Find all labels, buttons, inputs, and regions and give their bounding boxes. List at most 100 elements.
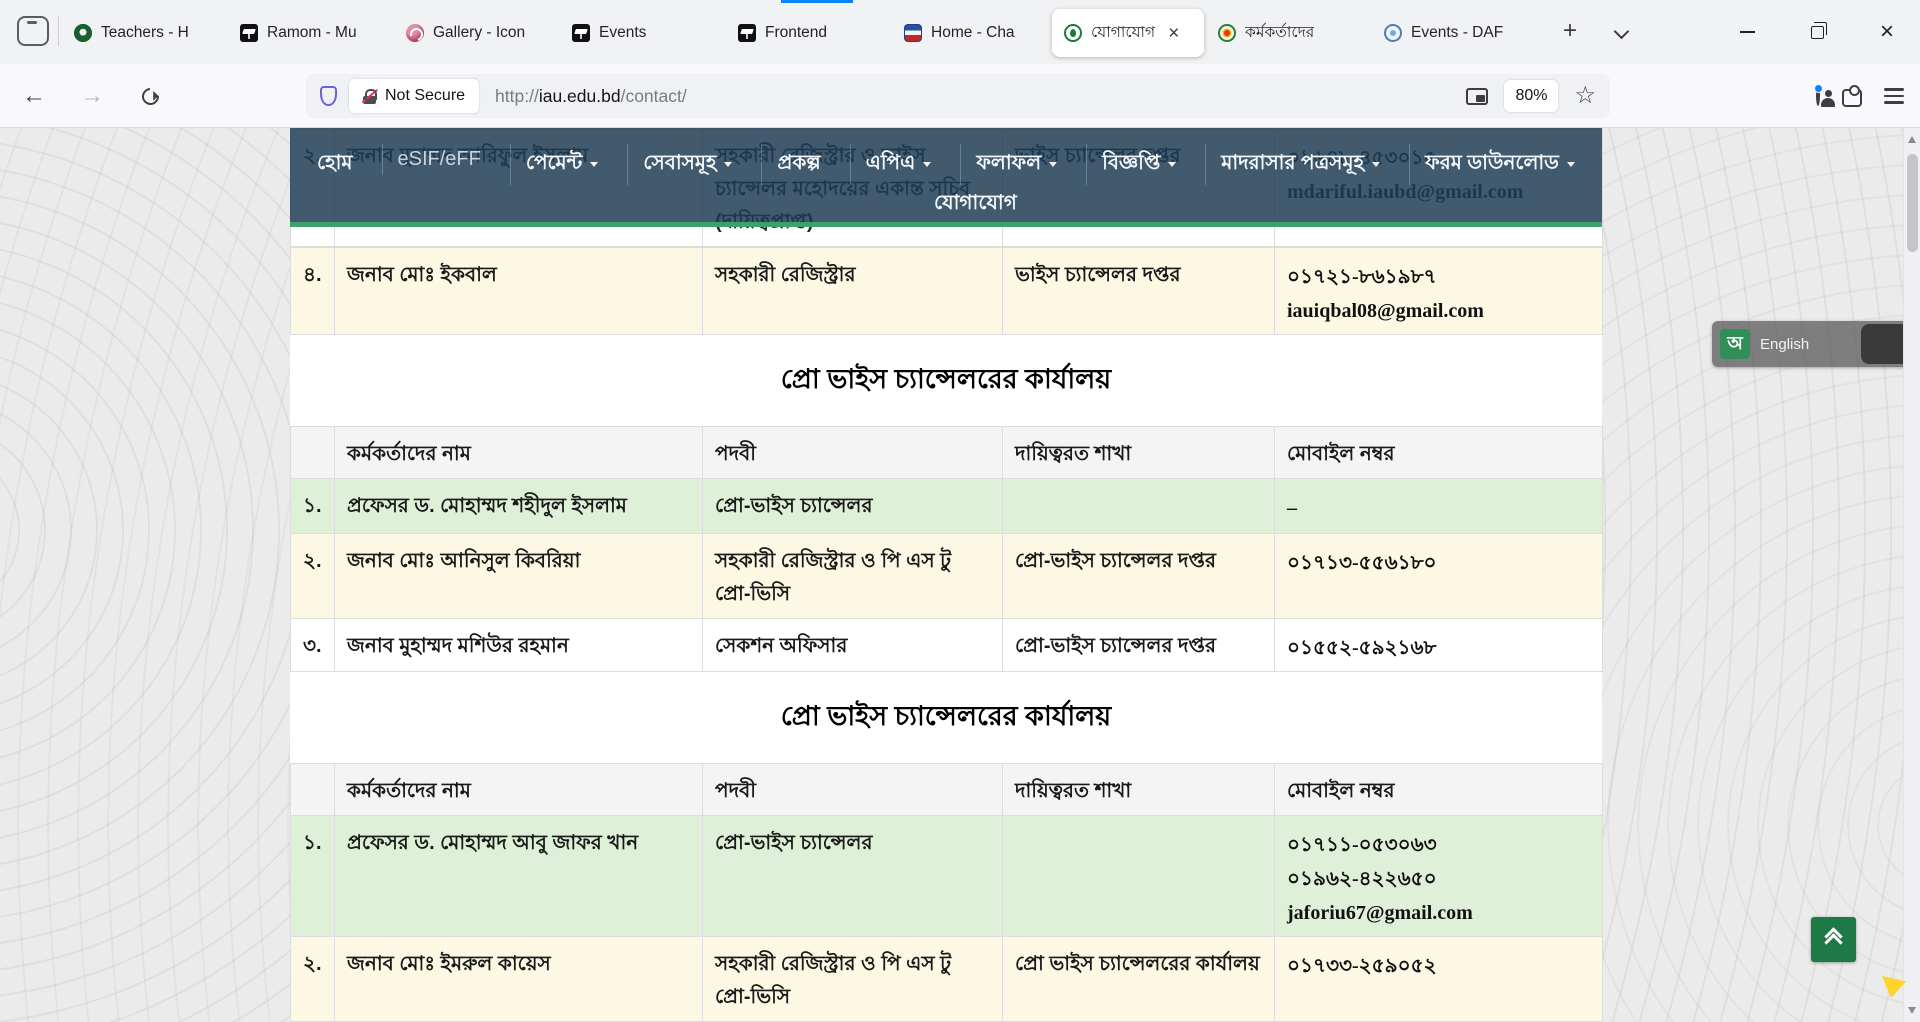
nav-item-results[interactable]: ফলাফল [960, 144, 1072, 185]
not-secure-chip[interactable]: Not Secure [349, 79, 479, 113]
close-icon: × [1880, 20, 1894, 44]
dropdown-caret-icon [1049, 162, 1057, 167]
scroll-down-arrow-icon[interactable] [1908, 1007, 1916, 1014]
bookmark-star-icon[interactable]: ☆ [1574, 84, 1596, 108]
firefox-view-button[interactable] [17, 16, 49, 46]
scrollbar-thumb[interactable] [1907, 154, 1918, 252]
tab-gallery[interactable]: Gallery - Icon [394, 9, 560, 57]
tab-ramom[interactable]: Ramom - Mu [228, 9, 394, 57]
security-label: Not Secure [385, 87, 465, 105]
back-button[interactable]: ← [16, 78, 52, 114]
header-serial [291, 764, 335, 816]
branch-cell [1003, 816, 1275, 937]
hamburger-menu-icon[interactable] [1884, 88, 1904, 103]
tab-title: Teachers - H [101, 24, 189, 42]
name-cell: প্রফেসর ড. মোহাম্মদ শহীদুল ইসলাম [335, 479, 703, 534]
reload-button[interactable] [132, 78, 168, 114]
url-text: http://iau.edu.bd/contact/ [495, 86, 687, 107]
tab-events-daf[interactable]: Events - DAF [1372, 9, 1544, 57]
page-scrollbar[interactable] [1903, 128, 1920, 1022]
tab-teachers[interactable]: Teachers - H [62, 9, 228, 57]
serial-cell: ৩. [291, 619, 335, 672]
header-branch: দায়িত্বরত শাখা [1003, 764, 1275, 816]
widget-handle[interactable] [1861, 324, 1905, 364]
contact-table: কর্মকর্তাদের নাম পদবী দায়িত্বরত শাখা মো… [290, 763, 1603, 1022]
header-name: কর্মকর্তাদের নাম [335, 764, 703, 816]
designation-cell: প্রো-ভাইস চ্যান্সেলর [703, 816, 1003, 937]
lock-slash [362, 88, 379, 103]
table-row: ১. প্রফেসর ড. মোহাম্মদ আবু জাফর খান প্রো… [291, 816, 1603, 937]
account-button[interactable] [1816, 87, 1820, 105]
tab-events[interactable]: Events [560, 9, 726, 57]
name-cell: জনাব মোঃ ইকবাল [335, 248, 703, 335]
tab-contact-active[interactable]: যোগাযোগ × [1052, 9, 1204, 57]
name-cell: জনাব মোঃ আনিসুল কিবরিয়া [335, 534, 703, 619]
minimize-icon [1740, 31, 1755, 33]
forward-button[interactable]: → [74, 78, 110, 114]
url-host: iau.edu.bd [539, 86, 621, 106]
tracking-protection-shield-icon[interactable] [320, 86, 337, 106]
branch-cell: প্রো-ভাইস চ্যান্সেলর দপ্তর [1003, 619, 1275, 672]
dropdown-caret-icon [1567, 162, 1575, 167]
nav-item-contact[interactable]: যোগাযোগ [920, 186, 1031, 223]
branch-cell: প্রো-ভাইস চ্যান্সেলর দপ্তর [1003, 534, 1275, 619]
header-designation: পদবী [703, 764, 1003, 816]
tab-title: Frontend [765, 24, 827, 42]
table-row: ২. জনাব মোঃ ইমরুল কায়েস সহকারী রেজিস্ট্… [291, 937, 1603, 1022]
table-header-row: কর্মকর্তাদের নাম পদবী দায়িত্বরত শাখা মো… [291, 764, 1603, 816]
table-row: ২. জনাব মোঃ আনিসুল কিবরিয়া সহকারী রেজিস… [291, 534, 1603, 619]
nav-item-home[interactable]: হোম [302, 144, 368, 185]
tab-frontend[interactable]: Frontend [726, 9, 892, 57]
dropdown-caret-icon [1168, 162, 1176, 167]
table-row: ১. প্রফেসর ড. মোহাম্মদ শহীদুল ইসলাম প্রো… [291, 479, 1603, 534]
url-scheme: http:// [495, 86, 539, 106]
scroll-up-arrow-icon[interactable] [1908, 136, 1916, 143]
window-minimize-button[interactable] [1718, 0, 1776, 64]
zoom-level-badge[interactable]: 80% [1504, 80, 1558, 112]
nav-item-notices[interactable]: বিজ্ঞপ্তি [1086, 144, 1191, 185]
header-mobile: মোবাইল নম্বর [1275, 764, 1603, 816]
serial-cell: ২. [291, 534, 335, 619]
nav-item-payment[interactable]: পেমেন্ট [510, 144, 614, 185]
language-translate-widget[interactable]: অ English [1712, 321, 1905, 367]
tab-officials[interactable]: কর্মকর্তাদের [1206, 9, 1370, 57]
site-navbar: হোম eSIF/eFF পেমেন্ট সেবাসমূহ প্রকল্প এপ… [290, 128, 1602, 227]
content-card: ২. জনাব মুহাম্মদ আরিফুল ইসলাম সহকারী রেজ… [290, 128, 1602, 1022]
nav-item-services[interactable]: সেবাসমূহ [627, 144, 747, 185]
tab-list-dropdown-button[interactable] [1612, 22, 1632, 42]
nav-item-projects[interactable]: প্রকল্প [761, 144, 835, 185]
green-crest-icon [74, 24, 92, 42]
back-to-top-button[interactable] [1811, 917, 1856, 962]
tab-title: Home - Cha [931, 24, 1015, 42]
university-seal-icon [904, 24, 922, 42]
url-bar[interactable]: Not Secure http://iau.edu.bd/contact/ 80… [306, 74, 1610, 118]
serial-cell: ২. [291, 937, 335, 1022]
phone-number: ০১৭১১-০৫৩০৬৩ [1287, 828, 1592, 862]
window-close-button[interactable]: × [1858, 0, 1916, 64]
dark-cap-icon [738, 24, 756, 42]
restore-icon [1811, 26, 1824, 39]
mobile-cell: ০১৭১১-০৫৩০৬৩ ০১৯৬২-৪২২৬৫০ jaforiu67@gmai… [1275, 816, 1603, 937]
reload-icon [138, 84, 162, 108]
tab-close-icon[interactable]: × [1168, 24, 1179, 43]
dropdown-caret-icon [724, 162, 732, 167]
nav-item-apa[interactable]: এপিএ [850, 144, 947, 185]
branch-cell: প্রো ভাইস চ্যান্সেলরের কার্যালয় [1003, 937, 1275, 1022]
new-tab-button[interactable]: + [1553, 14, 1587, 48]
tab-home-chapainawabganj[interactable]: Home - Cha [892, 9, 1052, 57]
extensions-puzzle-icon[interactable] [1842, 89, 1862, 107]
serial-cell: ১. [291, 816, 335, 937]
nav-item-form-download[interactable]: ফরম ডাউনলোড [1409, 144, 1590, 185]
email-address: iauiqbal08@gmail.com [1287, 294, 1592, 328]
section-title: প্রো ভাইস চ্যান্সেলরের কার্যালয় [290, 672, 1602, 763]
nav-item-madrasah-letters[interactable]: মাদরাসার পত্রসমূহ [1205, 144, 1395, 185]
window-restore-button[interactable] [1788, 0, 1846, 64]
screenshot-pip-icon[interactable] [1466, 88, 1488, 105]
branch-cell [1003, 479, 1275, 534]
iau-leaf-icon [1064, 24, 1082, 42]
mobile-cell: ০১৭২১-৮৬১৯৮৭iauiqbal08@gmail.com [1275, 248, 1603, 335]
nav-item-esif-eff[interactable]: eSIF/eFF [382, 144, 496, 175]
translate-language-label: English [1760, 336, 1809, 353]
bd-govt-icon [1218, 24, 1236, 42]
header-designation: পদবী [703, 427, 1003, 479]
